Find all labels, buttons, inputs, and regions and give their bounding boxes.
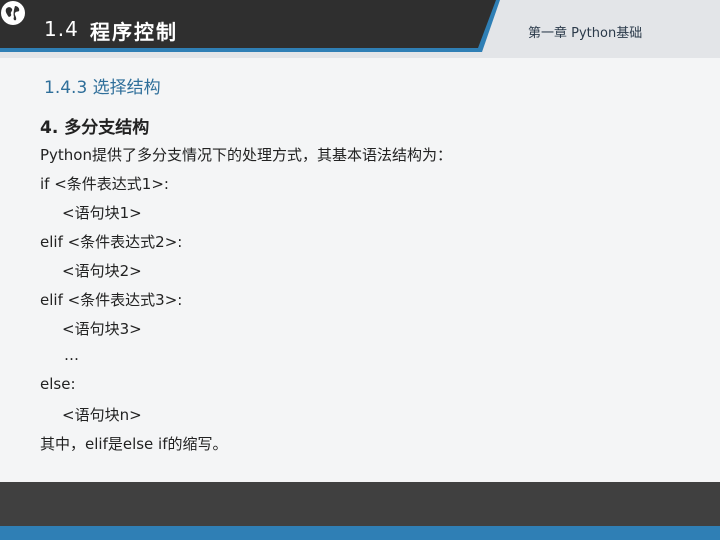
section-number: 1.4 — [44, 17, 79, 41]
footer-dark-band — [0, 482, 720, 526]
code-line-if: if <条件表达式1>: — [40, 175, 169, 193]
globe-icon — [1, 1, 25, 25]
code-line-block2: <语句块2> — [62, 262, 142, 280]
chapter-label: 第一章 Python基础 — [528, 26, 643, 41]
footer-blue-band — [0, 526, 720, 540]
code-line-block1: <语句块1> — [62, 204, 142, 222]
topic-heading: 4. 多分支结构 — [40, 118, 150, 138]
code-line-else: else: — [40, 375, 76, 393]
note-text: 其中，elif是else if的缩写。 — [40, 435, 228, 453]
code-line-ellipsis: … — [64, 346, 79, 364]
section-title: 程序控制 — [90, 20, 178, 44]
code-line-block3: <语句块3> — [62, 320, 142, 338]
code-line-blockn: <语句块n> — [62, 406, 142, 424]
subheading: 1.4.3 选择结构 — [44, 78, 161, 98]
code-line-elif2: elif <条件表达式2>: — [40, 233, 183, 251]
intro-text: Python提供了多分支情况下的处理方式，其基本语法结构为： — [40, 146, 452, 164]
code-line-elif3: elif <条件表达式3>: — [40, 291, 183, 309]
header-banner: 1.4 程序控制 第一章 Python基础 — [0, 0, 720, 58]
